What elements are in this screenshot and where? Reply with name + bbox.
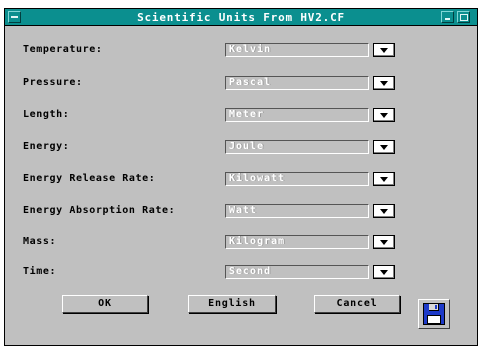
save-button[interactable] xyxy=(418,299,450,329)
title-bar[interactable]: Scientific Units From HV2.CF xyxy=(5,9,477,26)
length-select[interactable]: Meter xyxy=(225,108,395,122)
time-value[interactable]: Second xyxy=(225,265,369,279)
pressure-label: Pressure: xyxy=(23,77,83,88)
maximize-icon[interactable] xyxy=(457,11,470,23)
energy-release-rate-label: Energy Release Rate: xyxy=(23,173,156,184)
time-label: Time: xyxy=(23,266,57,277)
temperature-value[interactable]: Kelvin xyxy=(225,43,369,57)
system-menu-icon[interactable] xyxy=(8,11,21,23)
chevron-down-icon[interactable] xyxy=(373,265,395,279)
energy-absorption-rate-value[interactable]: Watt xyxy=(225,204,369,218)
energy-select[interactable]: Joule xyxy=(225,140,395,154)
chevron-down-icon[interactable] xyxy=(373,172,395,186)
chevron-down-icon[interactable] xyxy=(373,43,395,57)
mass-value[interactable]: Kilogram xyxy=(225,235,369,249)
temperature-label: Temperature: xyxy=(23,44,103,55)
window-title: Scientific Units From HV2.CF xyxy=(137,11,345,24)
length-value[interactable]: Meter xyxy=(225,108,369,122)
energy-value[interactable]: Joule xyxy=(225,140,369,154)
energy-label: Energy: xyxy=(23,141,70,152)
floppy-disk-icon xyxy=(423,303,445,325)
pressure-select[interactable]: Pascal xyxy=(225,76,395,90)
chevron-down-icon[interactable] xyxy=(373,235,395,249)
pressure-value[interactable]: Pascal xyxy=(225,76,369,90)
temperature-select[interactable]: Kelvin xyxy=(225,43,395,57)
chevron-down-icon[interactable] xyxy=(373,108,395,122)
time-select[interactable]: Second xyxy=(225,265,395,279)
length-label: Length: xyxy=(23,109,70,120)
chevron-down-icon[interactable] xyxy=(373,76,395,90)
energy-absorption-rate-label: Energy Absorption Rate: xyxy=(23,205,176,216)
english-button[interactable]: English xyxy=(188,295,276,313)
units-dialog: Scientific Units From HV2.CF Temperature… xyxy=(4,8,478,346)
energy-release-rate-select[interactable]: Kilowatt xyxy=(225,172,395,186)
mass-select[interactable]: Kilogram xyxy=(225,235,395,249)
cancel-button[interactable]: Cancel xyxy=(314,295,400,313)
energy-release-rate-value[interactable]: Kilowatt xyxy=(225,172,369,186)
energy-absorption-rate-select[interactable]: Watt xyxy=(225,204,395,218)
chevron-down-icon[interactable] xyxy=(373,204,395,218)
minimize-icon[interactable] xyxy=(441,11,454,23)
ok-button[interactable]: OK xyxy=(62,295,148,313)
chevron-down-icon[interactable] xyxy=(373,140,395,154)
mass-label: Mass: xyxy=(23,236,57,247)
